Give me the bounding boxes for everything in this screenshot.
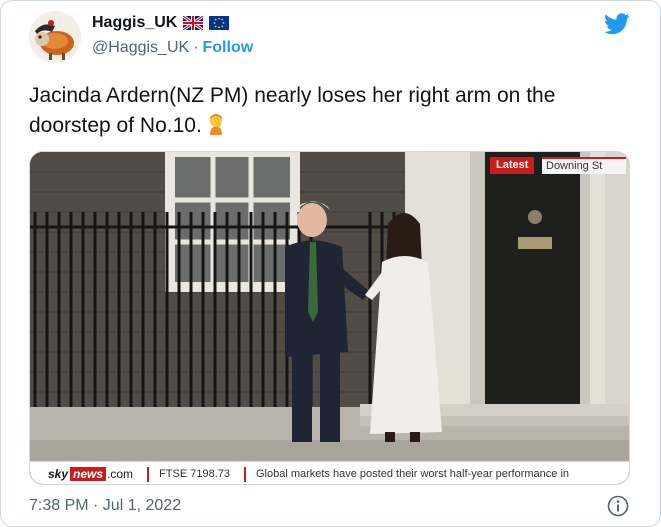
tweet-body: Jacinda Ardern(NZ PM) nearly loses her r… <box>29 84 556 137</box>
news-word: news <box>70 467 107 481</box>
author-handle[interactable]: @Haggis_UK <box>92 39 189 57</box>
ticker-headline: Global markets have posted their worst h… <box>256 468 570 480</box>
news-ticker: sky news .com FTSE 7198.73 Global market… <box>30 461 629 484</box>
ticker-divider <box>147 466 150 482</box>
sky-word: sky <box>48 467 69 481</box>
video-frame-image <box>30 152 629 484</box>
info-icon[interactable] <box>607 495 629 517</box>
avatar[interactable] <box>29 11 81 63</box>
com-word: .com <box>107 467 134 481</box>
haggis-avatar-icon <box>29 11 81 63</box>
eu-flag-icon <box>209 16 230 30</box>
ftse-value: FTSE 7198.73 <box>159 468 230 480</box>
tweet-timestamp[interactable]: 7:38 PM · Jul 1, 2022 <box>29 497 181 515</box>
author-display-name[interactable]: Haggis_UK <box>92 14 177 32</box>
tweet-video[interactable]: Latest Downing St sky news .com FTSE 719… <box>29 151 630 485</box>
sky-news-logo: sky news .com <box>48 467 133 481</box>
facepalm-emoji-icon <box>209 114 222 135</box>
latest-badge: Latest <box>490 157 535 174</box>
twitter-bird-icon[interactable] <box>604 13 630 35</box>
author-name-row: Haggis_UK <box>92 14 230 32</box>
tweet-card: Haggis_UK @Haggis_UK · Follow Jacinda Ar… <box>0 0 661 527</box>
follow-button[interactable]: Follow <box>203 39 254 57</box>
uk-flag-icon <box>183 16 204 30</box>
tweet-text: Jacinda Ardern(NZ PM) nearly loses her r… <box>29 81 629 141</box>
location-badge: Downing St <box>542 157 626 174</box>
author-handle-row: @Haggis_UK · Follow <box>92 39 253 57</box>
handle-separator: · <box>193 39 199 56</box>
ticker-divider <box>244 466 246 482</box>
